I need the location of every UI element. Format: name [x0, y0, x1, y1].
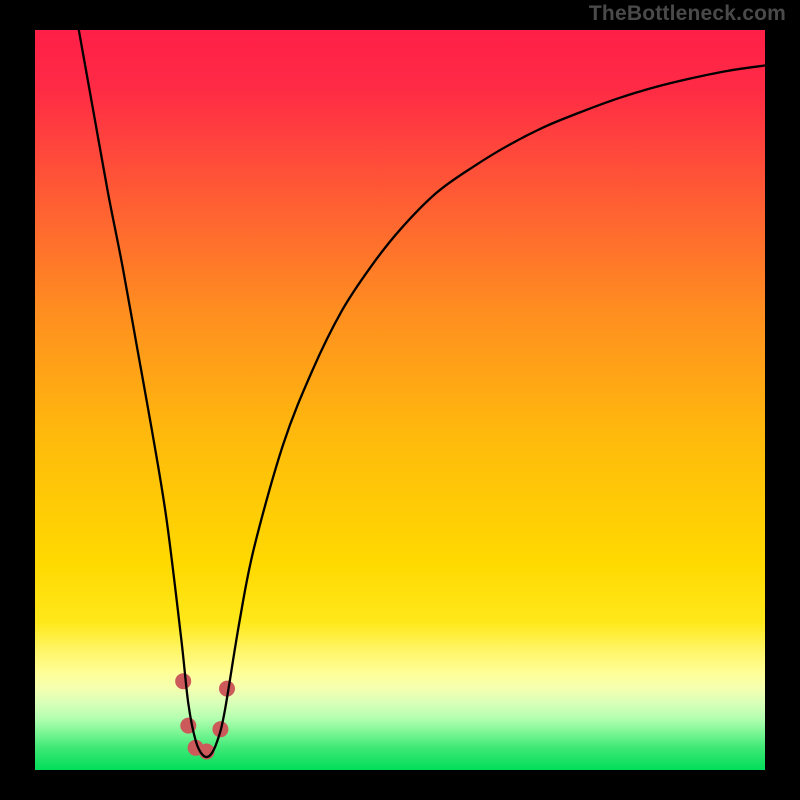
- plot-area: [35, 30, 765, 770]
- marker-dot: [175, 673, 191, 689]
- chart-svg: [35, 30, 765, 770]
- gradient-background: [35, 30, 765, 770]
- chart-container: TheBottleneck.com: [0, 0, 800, 800]
- watermark-text: TheBottleneck.com: [589, 2, 786, 26]
